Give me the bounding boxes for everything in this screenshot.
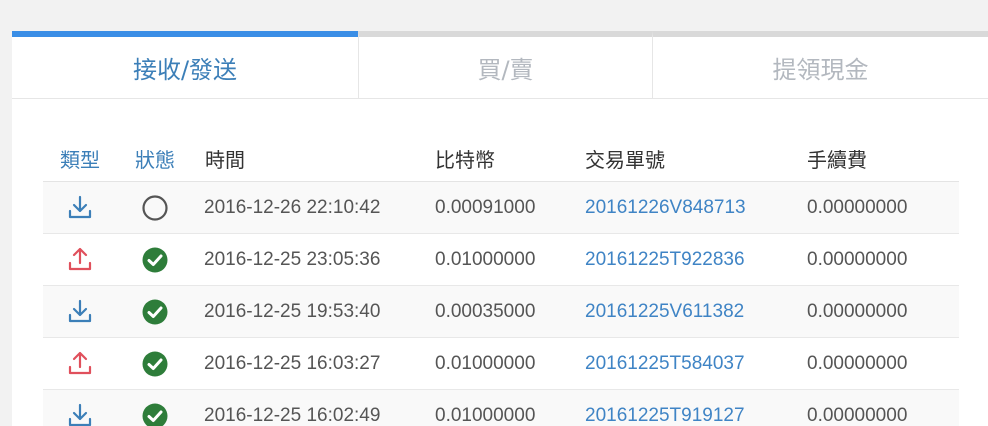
download-icon — [66, 298, 94, 326]
bitcoin-amount-cell: 0.01000000 — [435, 352, 536, 374]
table-body: 2016-12-26 22:10:42 0.00091000 20161226V84… — [43, 182, 959, 426]
header-bitcoin: 比特幣 — [435, 148, 495, 172]
type-cell — [43, 246, 117, 274]
fee-cell: 0.00000000 — [807, 352, 908, 374]
status-cell — [117, 194, 193, 222]
fee-cell: 0.00000000 — [807, 196, 908, 218]
type-cell — [43, 402, 117, 426]
transaction-id-link[interactable]: 20161226V848713 — [585, 197, 746, 218]
fee-cell: 0.00000000 — [807, 248, 908, 270]
header-transaction-id: 交易單號 — [585, 148, 665, 172]
time-cell: 2016-12-25 16:02:49 — [204, 404, 381, 426]
tab-buy-sell[interactable]: 買/賣 — [358, 31, 652, 98]
header-type[interactable]: 類型 — [43, 144, 117, 173]
time-cell: 2016-12-26 22:10:42 — [204, 196, 381, 218]
upload-icon — [66, 246, 94, 274]
page: 接收/發送 買/賣 提領現金 類型 狀態 時間 比特幣 交易單號 手續費 201… — [0, 0, 988, 426]
download-icon — [66, 402, 94, 426]
transaction-id-link[interactable]: 20161225T919127 — [585, 405, 745, 426]
type-cell — [43, 350, 117, 378]
bitcoin-amount-cell: 0.00091000 — [435, 196, 536, 218]
status-cell — [117, 246, 193, 274]
transaction-id-link[interactable]: 20161225T584037 — [585, 353, 745, 374]
check-circle-icon — [141, 350, 169, 378]
transaction-id-link[interactable]: 20161225V611382 — [585, 301, 744, 322]
time-cell: 2016-12-25 19:53:40 — [204, 300, 381, 322]
transaction-id-link[interactable]: 20161225T922836 — [585, 249, 745, 270]
status-cell — [117, 298, 193, 326]
transaction-id-cell: 20161225T922836 — [585, 249, 807, 271]
transaction-id-cell: 20161226V848713 — [585, 197, 807, 219]
time-cell: 2016-12-25 23:05:36 — [204, 248, 381, 270]
check-circle-icon — [141, 402, 169, 426]
table-row[interactable]: 2016-12-25 16:03:27 0.01000000 20161225T58… — [43, 338, 959, 390]
tab-bar: 接收/發送 買/賣 提領現金 — [12, 31, 988, 99]
transactions-panel: 接收/發送 買/賣 提領現金 類型 狀態 時間 比特幣 交易單號 手續費 201… — [12, 31, 988, 426]
bitcoin-amount-cell: 0.00035000 — [435, 300, 536, 322]
download-icon — [66, 194, 94, 222]
status-cell — [117, 350, 193, 378]
check-circle-icon — [141, 298, 169, 326]
bitcoin-amount-cell: 0.01000000 — [435, 248, 536, 270]
type-cell — [43, 298, 117, 326]
transaction-id-cell: 20161225V611382 — [585, 301, 807, 323]
status-cell — [117, 402, 193, 426]
tab-receive-send[interactable]: 接收/發送 — [12, 31, 358, 98]
tab-withdraw-cash[interactable]: 提領現金 — [652, 31, 988, 98]
transaction-id-cell: 20161225T919127 — [585, 405, 807, 426]
table-row[interactable]: 2016-12-25 19:53:40 0.00035000 20161225V61… — [43, 286, 959, 338]
transactions-table: 類型 狀態 時間 比特幣 交易單號 手續費 2016-12-26 22:10:4… — [43, 136, 959, 426]
check-circle-icon — [141, 246, 169, 274]
header-fee: 手續費 — [807, 148, 867, 172]
header-time: 時間 — [205, 148, 245, 172]
bitcoin-amount-cell: 0.01000000 — [435, 404, 536, 426]
fee-cell: 0.00000000 — [807, 404, 908, 426]
table-row[interactable]: 2016-12-26 22:10:42 0.00091000 20161226V84… — [43, 182, 959, 234]
table-row[interactable]: 2016-12-25 16:02:49 0.01000000 20161225T91… — [43, 390, 959, 426]
header-status[interactable]: 狀態 — [117, 144, 193, 173]
pending-circle-icon — [141, 194, 169, 222]
transaction-id-cell: 20161225T584037 — [585, 353, 807, 375]
fee-cell: 0.00000000 — [807, 300, 908, 322]
table-row[interactable]: 2016-12-25 23:05:36 0.01000000 20161225T92… — [43, 234, 959, 286]
time-cell: 2016-12-25 16:03:27 — [204, 352, 381, 374]
type-cell — [43, 194, 117, 222]
upload-icon — [66, 350, 94, 378]
table-header: 類型 狀態 時間 比特幣 交易單號 手續費 — [43, 136, 959, 182]
